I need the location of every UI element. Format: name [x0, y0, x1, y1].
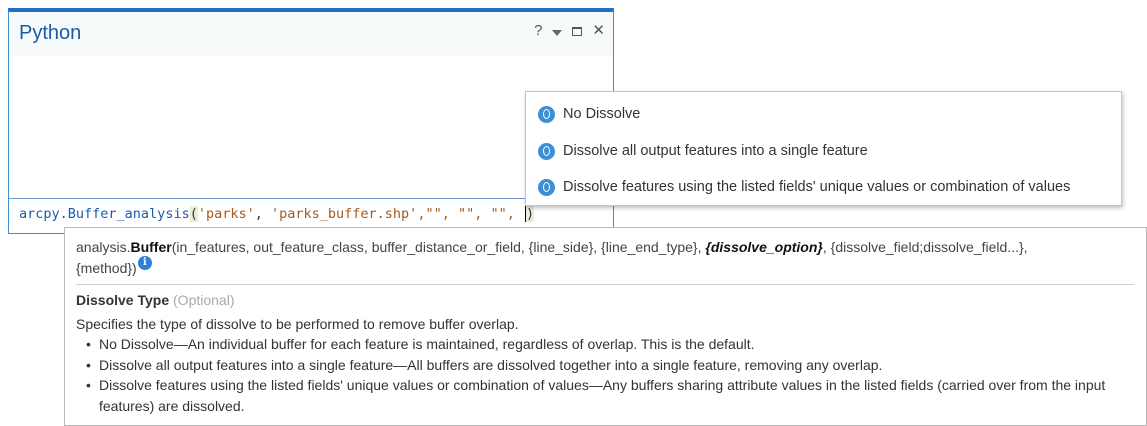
- help-icon[interactable]: ?: [534, 23, 542, 39]
- signature-prefix: analysis.: [76, 239, 131, 255]
- dropdown-item-dissolve-listed[interactable]: Dissolve features using the listed field…: [538, 177, 1070, 197]
- list-item: Dissolve all output features into a sing…: [86, 355, 1147, 376]
- dropdown-item-label: No Dissolve: [563, 106, 641, 122]
- close-icon[interactable]: ✕: [592, 23, 605, 39]
- code-module: arcpy.: [19, 206, 68, 222]
- python-pane: Python ? ✕ arcpy.Buffer_analysis('parks'…: [8, 8, 614, 234]
- pane-header: Python ? ✕: [9, 12, 613, 56]
- param-description: Specifies the type of dissolve to be per…: [76, 316, 519, 332]
- list-item: Dissolve features using the listed field…: [86, 375, 1147, 416]
- signature-function-name: Buffer: [130, 239, 172, 255]
- signature-params-line2: {method}): [76, 260, 137, 276]
- info-icon[interactable]: i: [137, 256, 152, 270]
- function-signature: analysis.Buffer(in_features, out_feature…: [76, 237, 1116, 279]
- python-input-line[interactable]: arcpy.Buffer_analysis('parks', 'parks_bu…: [9, 198, 613, 229]
- code-close-paren: ): [526, 206, 535, 222]
- code-arg-rest: ,"", "", "",: [417, 206, 523, 222]
- option-icon: [538, 105, 555, 123]
- pane-title: Python: [19, 22, 82, 44]
- code-separator: ,: [254, 206, 272, 222]
- list-item: No Dissolve—An individual buffer for eac…: [86, 334, 1147, 355]
- divider: [76, 284, 1134, 285]
- code-open-paren: (: [189, 206, 198, 222]
- option-list: No Dissolve—An individual buffer for eac…: [76, 334, 1147, 416]
- signature-params-before: (in_features, out_feature_class, buffer_…: [171, 239, 706, 255]
- dropdown-item-label: Dissolve features using the listed field…: [563, 179, 1071, 195]
- dissolve-option-dropdown[interactable]: No Dissolve Dissolve all output features…: [525, 91, 1122, 206]
- dropdown-item-no-dissolve[interactable]: No Dissolve: [538, 104, 640, 124]
- param-optional-badge: (Optional): [173, 292, 235, 308]
- signature-active-param: {dissolve_option}: [705, 239, 823, 255]
- param-name: Dissolve Type: [76, 292, 170, 308]
- option-icon: [538, 178, 555, 196]
- dropdown-item-label: Dissolve all output features into a sing…: [563, 143, 868, 159]
- signature-params-after: , {dissolve_field;dissolve_field...},: [822, 239, 1028, 255]
- code-arg-output: 'parks_buffer.shp': [271, 206, 418, 222]
- option-icon: [538, 142, 555, 160]
- dropdown-item-dissolve-all[interactable]: Dissolve all output features into a sing…: [538, 141, 868, 161]
- code-arg-input: 'parks': [197, 206, 255, 222]
- code-function: Buffer_analysis: [67, 206, 190, 222]
- maximize-icon[interactable]: [572, 26, 583, 36]
- param-heading: Dissolve Type (Optional): [76, 292, 234, 308]
- signature-tooltip: analysis.Buffer(in_features, out_feature…: [64, 227, 1147, 426]
- chevron-down-icon[interactable]: [552, 27, 563, 36]
- pane-controls: ? ✕: [534, 23, 605, 39]
